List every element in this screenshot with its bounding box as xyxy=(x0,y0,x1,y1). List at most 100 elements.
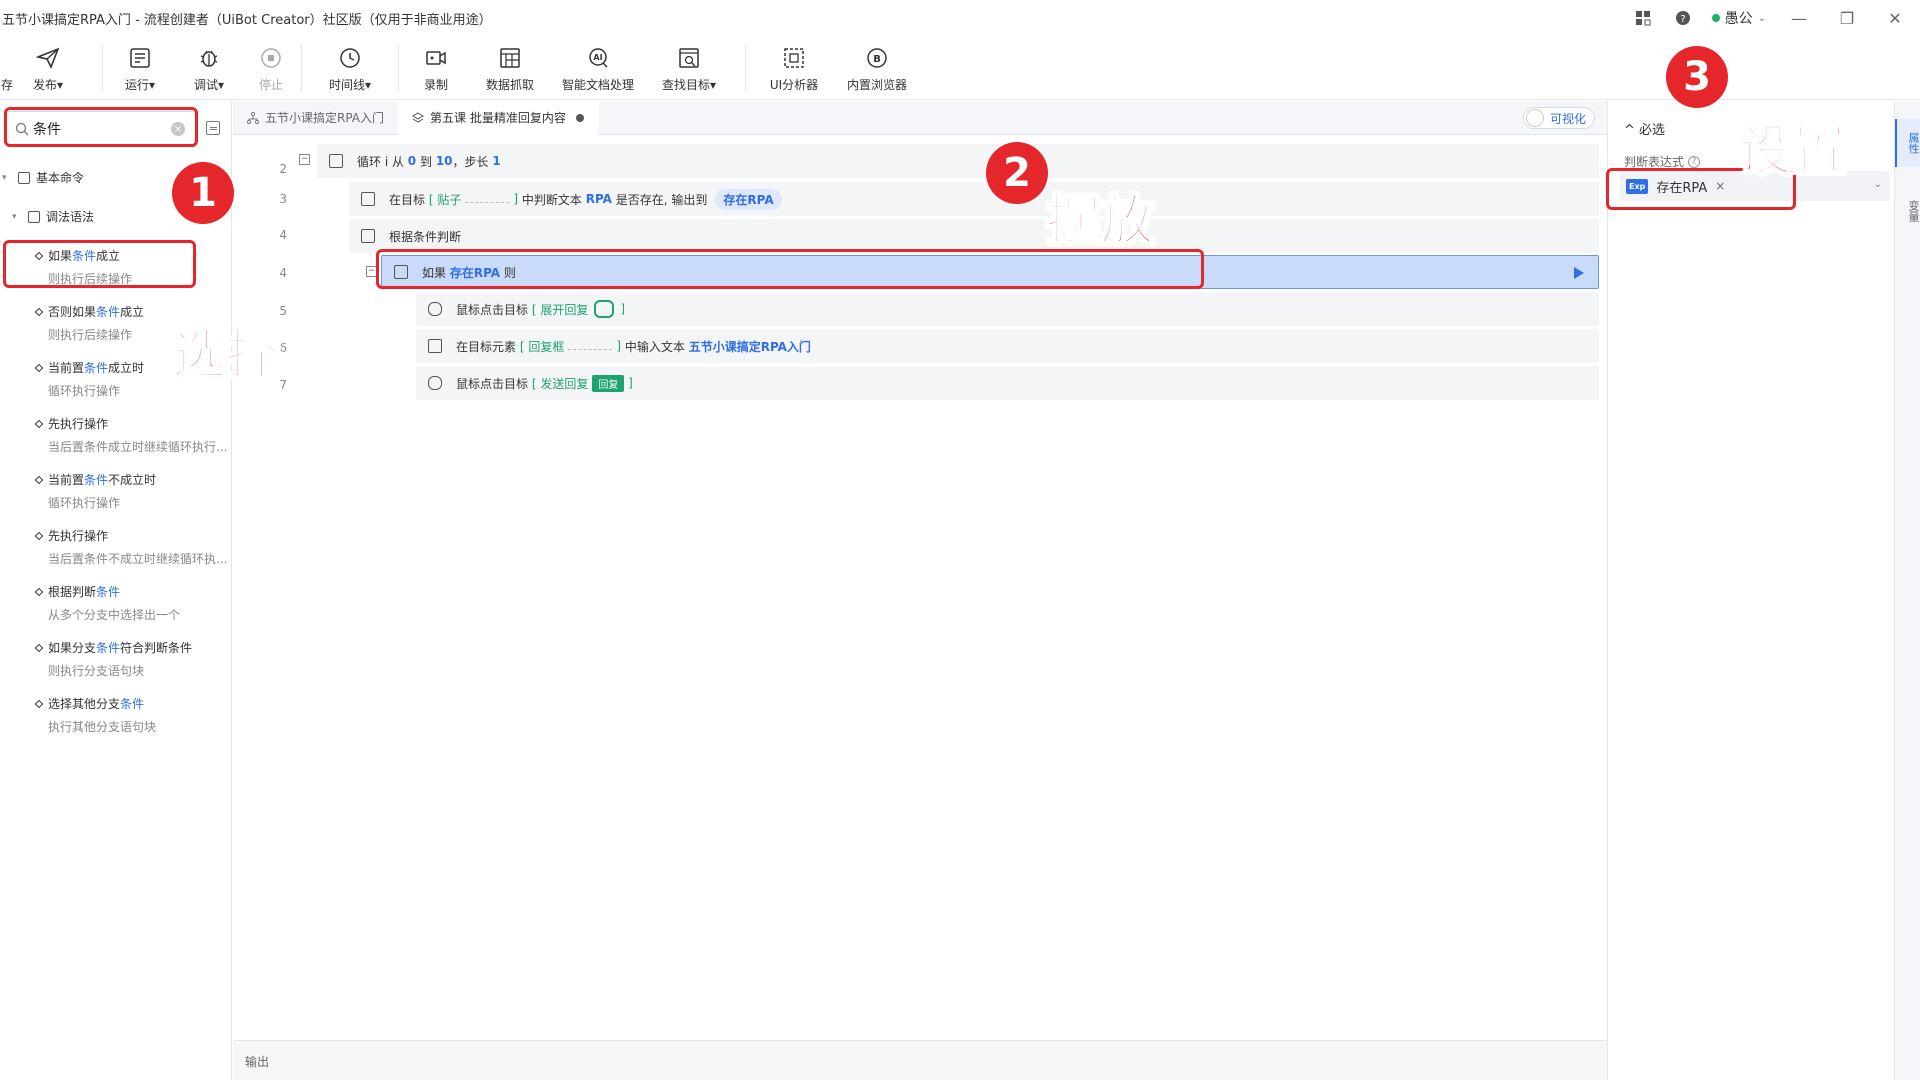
restore-button[interactable]: ❐ xyxy=(1832,9,1862,28)
diamond-icon xyxy=(34,531,44,540)
command-item[interactable]: 根据判断条件 从多个分支中选择出一个 xyxy=(34,583,232,623)
title-bar-controls: ? 愚公 ⌄ — ❐ ✕ xyxy=(1632,0,1910,36)
collapse-all-icon[interactable] xyxy=(206,121,220,135)
chevron-down-icon[interactable]: ⌄ xyxy=(1874,179,1882,190)
diamond-icon xyxy=(34,475,44,484)
loop-block[interactable]: 循环 i 从 0 到 10 ，步长 1 xyxy=(317,144,1599,178)
target-placeholder xyxy=(465,195,510,203)
tab-properties[interactable]: 属性 xyxy=(1895,119,1920,167)
text-target-icon xyxy=(361,192,375,206)
tab-project[interactable]: 五节小课搞定RPA入门 xyxy=(233,101,398,135)
editor-tab-bar: 五节小课搞定RPA入门 第五课 批量精准回复内容 可视化 xyxy=(233,100,1607,135)
step-1-badge: 1 xyxy=(172,162,234,224)
step-3-badge: 3 xyxy=(1666,46,1728,108)
keyboard-icon xyxy=(428,339,442,353)
line-number: 3 xyxy=(279,192,287,206)
branch-icon xyxy=(361,229,375,243)
tab-lesson-five[interactable]: 第五课 批量精准回复内容 xyxy=(398,100,598,135)
timeline-button[interactable]: 时间线▾ xyxy=(302,36,398,100)
builtin-browser-button[interactable]: B 内置浏览器 xyxy=(842,36,912,100)
user-name: 愚公 xyxy=(1724,11,1753,27)
click-target-block[interactable]: 鼠标点击目标 [ 展开回复] xyxy=(416,292,1599,326)
main-toolbar: 存 发布▾ 运行▾ 调试▾ 停止 时间线▾ 录制 数据抓取 AI 智能文档处理 … xyxy=(0,36,1920,100)
help-icon[interactable]: ? xyxy=(1688,155,1701,168)
diamond-icon xyxy=(34,699,44,708)
publish-button[interactable]: 发布▾ xyxy=(14,36,82,100)
tree-node-basic-commands[interactable]: ▾ 基本命令 xyxy=(2,169,84,186)
run-button[interactable]: 运行▾ xyxy=(103,36,177,100)
switch-block[interactable]: 根据条件判断 xyxy=(349,219,1599,253)
toggle-knob xyxy=(1525,109,1544,127)
command-item[interactable]: 先执行操作 当后置条件成立时继续循环执行... xyxy=(34,415,232,455)
ui-analyzer-button[interactable]: UI分析器 xyxy=(746,36,842,100)
clock-icon xyxy=(336,44,364,72)
tree-node-syntax[interactable]: ▾ 调法语法 xyxy=(12,208,94,225)
find-target-icon xyxy=(675,44,703,72)
annotation-label-place: 摆放 xyxy=(1045,188,1155,253)
line-number: 4 xyxy=(279,228,287,242)
annotation-box-command xyxy=(3,240,196,288)
stop-button[interactable]: 停止 xyxy=(241,36,301,100)
diamond-icon xyxy=(34,419,44,428)
ai-doc-button[interactable]: AI 智能文档处理 xyxy=(547,36,649,100)
record-button[interactable]: 录制 xyxy=(399,36,473,100)
mouse-icon xyxy=(428,376,442,390)
click-target-block[interactable]: 鼠标点击目标 [ 发送回复 回复 ] xyxy=(416,366,1599,400)
send-icon xyxy=(34,44,62,72)
diamond-icon xyxy=(34,587,44,596)
title-bar: 五节小课搞定RPA入门 - 流程创建者（UiBot Creator）社区版（仅用… xyxy=(0,0,1920,36)
run-icon xyxy=(126,44,154,72)
input-text-block[interactable]: 在目标元素 [ 回复框] 中输入文本 五节小课搞定RPA入门 xyxy=(416,329,1599,363)
ai-icon: AI xyxy=(584,44,612,72)
bug-icon xyxy=(195,44,223,72)
required-section-header[interactable]: ^ 必选 xyxy=(1624,119,1665,138)
svg-text:B: B xyxy=(873,54,881,65)
line-number: 2 xyxy=(279,162,287,176)
annotation-label-set: 设置 xyxy=(1737,118,1847,183)
caret-down-icon: ▾ xyxy=(12,211,17,222)
data-scrape-button[interactable]: 数据抓取 xyxy=(473,36,547,100)
run-line-icon[interactable] xyxy=(1574,267,1584,279)
caret-down-icon: ▾ xyxy=(2,172,7,183)
annotation-box-search xyxy=(4,107,198,147)
annotation-box-if-row xyxy=(376,249,1204,289)
target-thumbnail[interactable]: 回复 xyxy=(592,374,625,392)
stop-icon xyxy=(257,44,285,72)
mouse-icon xyxy=(428,302,442,316)
target-placeholder xyxy=(568,342,613,350)
table-scrape-icon xyxy=(496,44,524,72)
command-item[interactable]: 如果分支条件符合判断条件 则执行分支语句块 xyxy=(34,639,232,679)
annotation-label-select: 选择 xyxy=(171,322,281,387)
help-icon[interactable]: ? xyxy=(1672,7,1694,29)
video-icon xyxy=(422,44,450,72)
flow-icon xyxy=(247,111,259,124)
minimize-button[interactable]: — xyxy=(1784,9,1814,28)
loop-icon xyxy=(329,154,343,168)
right-side-tabs: 属性 变量 xyxy=(1894,101,1920,1080)
tab-variables[interactable]: 变量 xyxy=(1895,187,1920,235)
command-item[interactable]: 当前置条件不成立时 循环执行操作 xyxy=(34,471,232,511)
command-item[interactable]: 先执行操作 当后置条件不成立时继续循环执... xyxy=(34,527,232,567)
debug-button[interactable]: 调试▾ xyxy=(177,36,241,100)
browser-icon: B xyxy=(863,44,891,72)
output-variable-pill[interactable]: 存在RPA xyxy=(715,188,782,210)
collapse-icon[interactable]: − xyxy=(299,154,310,165)
command-item[interactable]: 选择其他分支条件 执行其他分支语句块 xyxy=(34,695,232,735)
save-button[interactable]: 存 xyxy=(0,36,14,100)
diamond-icon xyxy=(34,363,44,372)
properties-panel: ^ 必选 判断表达式 ? Exp 存在RPA × ⌄ xyxy=(1607,101,1894,1080)
target-thumbnail[interactable] xyxy=(594,300,615,318)
svg-text:?: ? xyxy=(1680,14,1685,25)
user-menu[interactable]: 愚公 ⌄ xyxy=(1711,8,1766,28)
apps-grid-icon[interactable] xyxy=(1632,7,1654,29)
layers-icon xyxy=(412,111,425,123)
find-target-button[interactable]: 查找目标▾ xyxy=(649,36,729,100)
unsaved-dot-icon xyxy=(575,113,584,122)
output-panel[interactable]: 输出 xyxy=(233,1040,1607,1080)
branch-icon xyxy=(28,210,40,223)
ui-analyzer-icon xyxy=(780,44,808,72)
close-button[interactable]: ✕ xyxy=(1880,9,1910,28)
visual-mode-toggle[interactable]: 可视化 xyxy=(1522,107,1595,129)
find-text-block[interactable]: 在目标 [ 贴子] 中判断文本 RPA 是否存在, 输出到 存在RPA xyxy=(349,182,1599,216)
diamond-icon xyxy=(34,307,44,316)
